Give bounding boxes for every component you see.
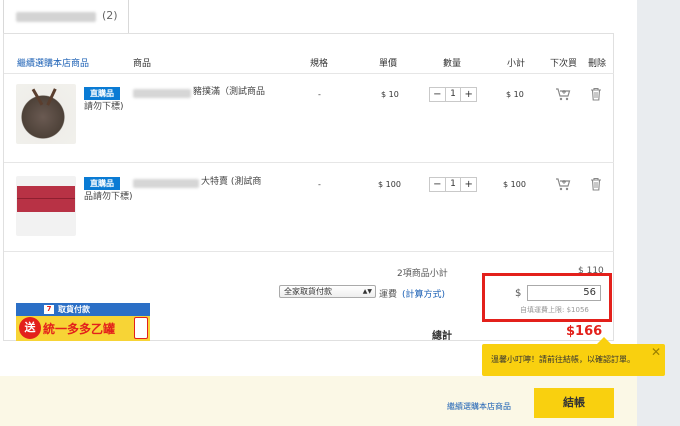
product-spec: - xyxy=(318,90,321,99)
shipping-calc-link[interactable]: (計算方式) xyxy=(402,287,445,300)
dropdown-arrow-icon: ▲▼ xyxy=(362,288,372,295)
item-subtotal: $ 10 xyxy=(506,90,524,99)
product-name-blurred xyxy=(133,89,191,98)
product-name-line2[interactable]: 品請勿下標) xyxy=(84,190,133,205)
product-name[interactable]: 大特賣 (測試商 xyxy=(201,175,261,190)
store-item-count: (2) xyxy=(102,9,118,22)
continue-shopping-link[interactable]: 繼續選購本店商品 xyxy=(447,401,511,412)
trash-icon[interactable] xyxy=(590,177,602,191)
quantity-stepper: − 1 + xyxy=(429,87,477,102)
continue-shopping-link-header[interactable]: 繼續選購本店商品 xyxy=(17,56,89,69)
product-thumbnail[interactable] xyxy=(16,176,76,236)
header-delete: 刪除 xyxy=(588,59,607,69)
increase-qty-button[interactable]: + xyxy=(461,178,476,191)
decrease-qty-button[interactable]: − xyxy=(430,178,445,191)
item-subtotal: $ 100 xyxy=(503,180,526,189)
product-name-line2[interactable]: 請勿下標) xyxy=(84,100,124,115)
store-name-blurred xyxy=(16,12,96,22)
banner-send-badge: 送 xyxy=(19,317,41,339)
increase-qty-button[interactable]: + xyxy=(461,88,476,101)
shipping-method-value: 全家取貨付款 xyxy=(284,287,332,296)
shipping-fee-input[interactable]: 56 xyxy=(527,285,601,301)
store-tab[interactable]: (2) xyxy=(3,0,129,34)
unit-price: $ 100 xyxy=(378,180,401,189)
banner-promo-text: 統一多多乙罐 xyxy=(43,322,116,336)
trash-icon[interactable] xyxy=(590,87,602,101)
decrease-qty-button[interactable]: − xyxy=(430,88,445,101)
shipping-method-select[interactable]: 全家取貨付款 ▲▼ xyxy=(279,285,376,298)
cod-promo-banner[interactable]: 7 取貨付款 送 統一多多乙罐 xyxy=(16,303,150,341)
checkout-button[interactable]: 結帳 xyxy=(534,388,614,418)
drink-can-icon xyxy=(134,317,148,339)
header-buy-next-time: 下次買 xyxy=(550,59,578,69)
quantity-stepper: − 1 + xyxy=(429,177,477,192)
direct-buy-badge: 直購品 xyxy=(84,87,120,100)
close-icon[interactable]: ✕ xyxy=(651,345,661,359)
shipping-label: 運費 xyxy=(379,290,398,300)
quantity-input[interactable]: 1 xyxy=(444,178,462,191)
reminder-tooltip: 溫馨小叮嚀！請前往結帳，以確認訂單。 ✕ xyxy=(482,337,665,376)
product-name[interactable]: 豬撲滿（測試商品 xyxy=(193,85,265,100)
header-product: 商品 xyxy=(133,59,152,69)
add-to-cart-later-icon[interactable] xyxy=(555,177,571,191)
total-label: 總計 xyxy=(432,331,452,342)
items-subtotal-label: 2項商品小計 xyxy=(397,269,448,279)
currency-symbol: $ xyxy=(515,288,522,299)
quantity-input[interactable]: 1 xyxy=(444,88,462,101)
header-subtotal: 小計 xyxy=(507,59,526,69)
shipping-limit-note: 自填運費上限: $1056 xyxy=(520,306,589,314)
seven-eleven-logo: 7 xyxy=(44,305,54,314)
header-spec: 規格 xyxy=(310,59,329,69)
product-name-blurred xyxy=(133,179,199,188)
product-thumbnail[interactable] xyxy=(16,84,76,144)
direct-buy-badge: 直購品 xyxy=(84,177,120,190)
unit-price: $ 10 xyxy=(381,90,399,99)
banner-top-text: 取貨付款 xyxy=(58,305,90,314)
header-unit-price: 單價 xyxy=(379,59,398,69)
reminder-text: 溫馨小叮嚀！請前往結帳，以確認訂單。 xyxy=(491,355,635,364)
product-spec: - xyxy=(318,180,321,189)
header-quantity: 數量 xyxy=(443,59,462,69)
add-to-cart-later-icon[interactable] xyxy=(555,87,571,101)
